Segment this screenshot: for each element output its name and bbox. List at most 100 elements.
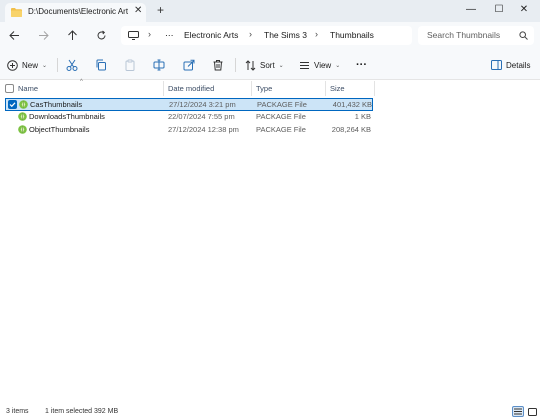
column-headers: ^ Name Date modified Type Size	[0, 79, 540, 97]
refresh-button[interactable]	[93, 27, 109, 43]
status-bar: 3 items 1 item selected 392 MB	[0, 404, 540, 420]
minimize-icon: —	[466, 3, 476, 15]
paste-button[interactable]	[124, 57, 136, 73]
sort-button[interactable]: Sort ⌄	[245, 57, 284, 73]
tab-title: D:\Documents\Electronic Arts\	[28, 7, 128, 16]
file-size: 208,264 KB	[331, 125, 371, 134]
details-view-button[interactable]	[512, 406, 524, 417]
cut-button[interactable]	[66, 57, 78, 73]
breadcrumb-separator: ›	[148, 29, 151, 39]
tiles-view-icon	[527, 407, 537, 416]
file-type: PACKAGE File	[256, 112, 306, 121]
file-size: 401,432 KB	[332, 100, 372, 109]
breadcrumb[interactable]: › ⋯ Electronic Arts › The Sims 3 › Thumb…	[121, 26, 412, 45]
row-checkbox[interactable]	[8, 100, 17, 109]
delete-button[interactable]	[212, 57, 224, 73]
details-label: Details	[506, 60, 531, 70]
tab-current-folder[interactable]: D:\Documents\Electronic Arts\ ✕	[5, 3, 146, 22]
details-pane-button[interactable]: Details	[491, 57, 530, 73]
tiles-view-button[interactable]	[526, 406, 538, 417]
file-row[interactable]: ObjectThumbnails 27/12/2024 12:38 pm PAC…	[5, 124, 373, 137]
row-checkbox[interactable]	[7, 125, 16, 134]
column-header-date-modified[interactable]: Date modified	[168, 84, 214, 93]
new-button[interactable]: New ⌄	[7, 57, 47, 73]
new-label: New	[22, 60, 39, 70]
file-date: 27/12/2024 3:21 pm	[169, 100, 236, 109]
sims-package-icon	[18, 125, 27, 134]
file-type: PACKAGE File	[256, 125, 306, 134]
view-lines-icon	[300, 61, 309, 69]
new-tab-button[interactable]: +	[157, 3, 164, 17]
clipboard-icon	[125, 59, 135, 71]
breadcrumb-electronic-arts[interactable]: Electronic Arts	[184, 30, 238, 40]
column-header-name[interactable]: Name	[18, 84, 38, 93]
divider	[235, 58, 236, 72]
list-view-icon	[514, 408, 522, 415]
sims-package-icon	[19, 100, 28, 109]
column-header-size[interactable]: Size	[330, 84, 345, 93]
divider	[57, 58, 58, 72]
item-count: 3 items	[6, 408, 29, 415]
maximize-icon: ☐	[494, 3, 504, 15]
file-name: CasThumbnails	[30, 100, 83, 109]
copy-button[interactable]	[95, 57, 107, 73]
up-button[interactable]	[64, 27, 80, 43]
rename-icon	[153, 59, 165, 71]
column-header-type[interactable]: Type	[256, 84, 272, 93]
sims-package-icon	[18, 112, 27, 121]
file-date: 22/07/2024 7:55 pm	[168, 112, 235, 121]
selection-info: 1 item selected 392 MB	[45, 408, 119, 415]
view-button[interactable]: View ⌄	[299, 57, 340, 73]
search-icon	[519, 31, 528, 40]
refresh-icon	[97, 30, 105, 39]
file-name: ObjectThumbnails	[29, 125, 90, 134]
breadcrumb-thumbnails[interactable]: Thumbnails	[330, 30, 374, 40]
share-button[interactable]	[183, 57, 195, 73]
copy-icon	[96, 59, 106, 71]
view-label: View	[314, 60, 332, 70]
chevron-down-icon: ⌄	[42, 62, 48, 69]
tab-close-button[interactable]: ✕	[134, 5, 142, 16]
close-icon: ✕	[519, 3, 529, 15]
file-type: PACKAGE File	[257, 100, 307, 109]
select-all-checkbox[interactable]	[5, 84, 14, 93]
column-divider[interactable]	[251, 81, 252, 96]
breadcrumb-overflow[interactable]: ⋯	[165, 30, 174, 41]
chevron-down-icon: ⌄	[335, 62, 341, 69]
plus-circle-icon	[7, 59, 18, 71]
arrow-up-icon	[67, 29, 77, 40]
rename-button[interactable]	[153, 57, 165, 73]
breadcrumb-separator: ›	[249, 29, 252, 39]
forward-button[interactable]	[35, 27, 51, 43]
breadcrumb-the-sims-3[interactable]: The Sims 3	[264, 30, 307, 40]
sort-ascending-icon: ^	[80, 79, 83, 85]
command-bar: New ⌄ Sort ⌄ View ⌄ ··· Details	[0, 49, 540, 80]
row-checkbox[interactable]	[7, 112, 16, 121]
chevron-down-icon: ⌄	[278, 62, 284, 69]
more-options-button[interactable]: ···	[356, 57, 367, 73]
column-divider[interactable]	[163, 81, 164, 96]
search-box[interactable]: Search Thumbnails	[418, 26, 534, 45]
file-name: DownloadsThumbnails	[29, 112, 105, 121]
arrow-right-icon	[38, 30, 49, 40]
monitor-icon	[128, 31, 139, 40]
file-size: 1 KB	[354, 112, 371, 121]
back-button[interactable]	[6, 27, 22, 43]
column-divider[interactable]	[374, 81, 375, 96]
address-row: › ⋯ Electronic Arts › The Sims 3 › Thumb…	[0, 22, 540, 49]
trash-icon	[213, 60, 223, 71]
checkmark-icon	[9, 102, 16, 108]
close-button[interactable]: ✕	[508, 0, 540, 18]
file-row[interactable]: CasThumbnails 27/12/2024 3:21 pm PACKAGE…	[5, 98, 373, 111]
share-icon	[183, 59, 195, 71]
column-divider[interactable]	[325, 81, 326, 96]
details-pane-icon	[491, 60, 502, 70]
breadcrumb-separator: ›	[315, 29, 318, 39]
sort-icon	[245, 59, 256, 71]
sort-label: Sort	[260, 60, 275, 70]
scissors-icon	[66, 59, 78, 71]
file-date: 27/12/2024 12:38 pm	[168, 125, 239, 134]
search-input[interactable]: Search Thumbnails	[427, 30, 500, 40]
file-row[interactable]: DownloadsThumbnails 22/07/2024 7:55 pm P…	[5, 111, 373, 124]
arrow-left-icon	[8, 30, 19, 40]
